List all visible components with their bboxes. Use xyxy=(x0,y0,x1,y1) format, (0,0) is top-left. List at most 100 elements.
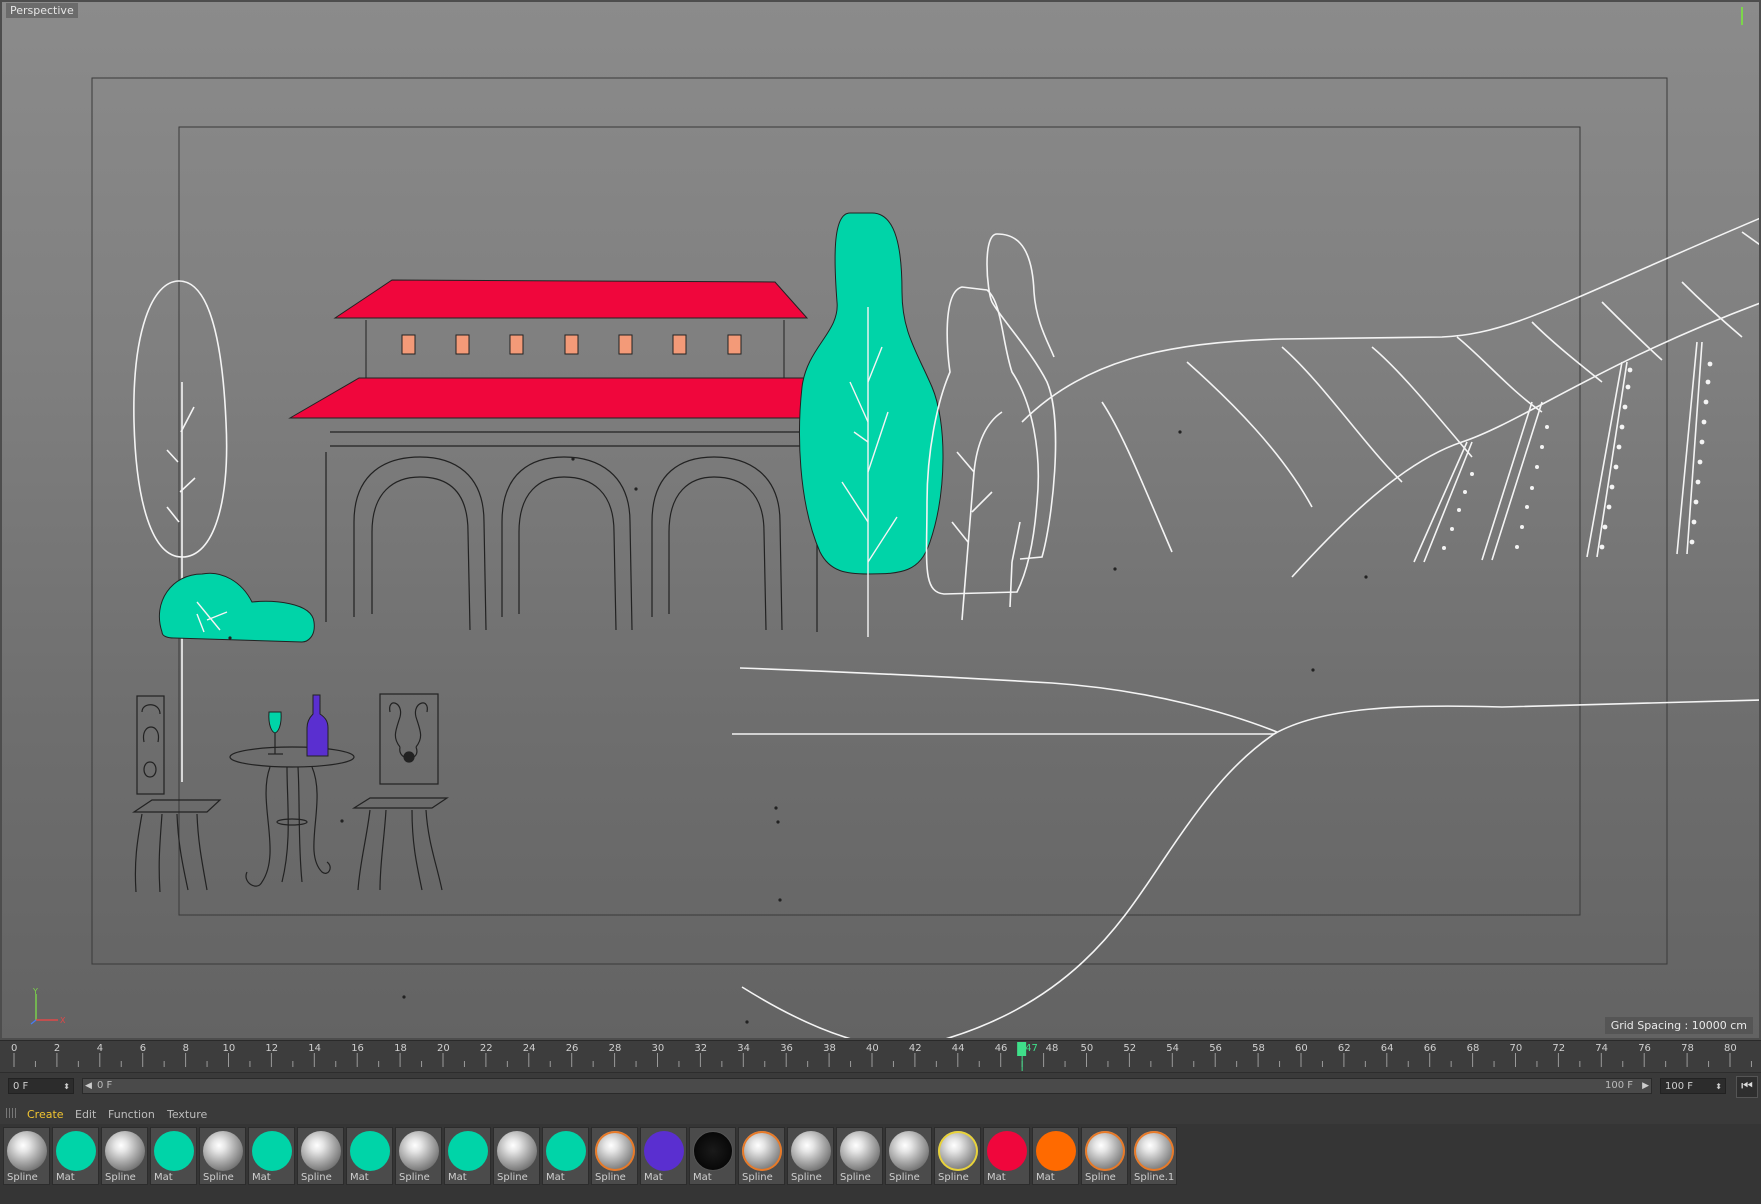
go-to-start-button[interactable]: ⏮ xyxy=(1736,1076,1758,1098)
material-label: Mat xyxy=(56,1172,75,1183)
current-frame-field[interactable]: 0 F ⬍ xyxy=(8,1078,74,1094)
material-label: Mat xyxy=(1036,1172,1055,1183)
material-mat[interactable]: Mat xyxy=(52,1127,99,1185)
material-label: Mat xyxy=(350,1172,369,1183)
timeline-tick-label: 10 xyxy=(223,1043,236,1054)
menu-function[interactable]: Function xyxy=(108,1108,155,1121)
material-label: Mat xyxy=(448,1172,467,1183)
building-windows xyxy=(401,334,742,355)
material-spline[interactable]: Spline xyxy=(3,1127,50,1185)
panel-grip-icon[interactable] xyxy=(6,1108,16,1118)
viewport-label[interactable]: Perspective xyxy=(6,3,78,18)
material-preview-icon xyxy=(595,1131,635,1171)
material-spline[interactable]: Spline xyxy=(591,1127,638,1185)
menu-edit[interactable]: Edit xyxy=(75,1108,96,1121)
material-label: Mat xyxy=(154,1172,173,1183)
menu-create[interactable]: Create xyxy=(27,1108,64,1121)
material-spline[interactable]: Spline xyxy=(395,1127,442,1185)
material-preview-icon xyxy=(889,1131,929,1171)
wine-bottle xyxy=(306,694,329,757)
time-controls: 0 F ⬍ ◀ 0 F 100 F ▶ 100 F ⬍ ⏮ xyxy=(0,1072,1761,1102)
timeline-tick-label: 60 xyxy=(1295,1043,1308,1054)
axis-y-label: Y xyxy=(32,988,38,996)
scene-canvas[interactable] xyxy=(2,2,1761,1040)
timeline-tick-label: 34 xyxy=(737,1043,750,1054)
grid-spacing-readout: Grid Spacing : 10000 cm xyxy=(1604,1017,1753,1034)
material-spline[interactable]: Spline xyxy=(787,1127,834,1185)
material-spline[interactable]: Spline xyxy=(199,1127,246,1185)
end-frame-field[interactable]: 100 F ⬍ xyxy=(1660,1078,1726,1094)
material-mat[interactable]: Mat xyxy=(542,1127,589,1185)
timeline-tick-label: 26 xyxy=(566,1043,579,1054)
material-preview-icon xyxy=(1134,1131,1174,1171)
timeline-tick-label: 2 xyxy=(54,1043,60,1054)
material-label: Mat xyxy=(693,1172,712,1183)
timeline-tick-label: 66 xyxy=(1424,1043,1437,1054)
material-label: Spline xyxy=(742,1172,773,1183)
timeline-ticks: 0 2 4 6 8 10 12 14 16 18 20 22 24 26 28 30 32 34 36 38 40 42 4… xyxy=(11,1042,1752,1071)
range-right-arrow-icon[interactable]: ▶ xyxy=(1642,1079,1649,1093)
building-arches xyxy=(325,422,818,632)
material-label: Spline xyxy=(301,1172,332,1183)
material-spline[interactable]: Spline xyxy=(493,1127,540,1185)
viewport-resize-handle[interactable] xyxy=(1741,7,1743,25)
material-spline[interactable]: Spline xyxy=(1081,1127,1128,1185)
timeline-tick-label: 14 xyxy=(308,1043,321,1054)
road xyxy=(732,667,1759,1038)
cafe-furniture xyxy=(132,693,449,893)
timeline-tick-label: 44 xyxy=(952,1043,965,1054)
timeline-tick-label: 50 xyxy=(1081,1043,1094,1054)
material-label: Spline xyxy=(7,1172,38,1183)
spinner-icon[interactable]: ⬍ xyxy=(1715,1079,1722,1095)
timeline-tick-label: 80 xyxy=(1724,1043,1737,1054)
material-spline[interactable]: Spline xyxy=(934,1127,981,1185)
timeline-tick-label: 46 xyxy=(995,1043,1008,1054)
material-mat[interactable]: Mat xyxy=(248,1127,295,1185)
timeline-tick-label: 58 xyxy=(1252,1043,1265,1054)
material-mat[interactable]: Mat xyxy=(444,1127,491,1185)
timeline-tick-label: 64 xyxy=(1381,1043,1394,1054)
timeline-tick-label: 36 xyxy=(780,1043,793,1054)
timeline-tick-label: 74 xyxy=(1595,1043,1608,1054)
material-preview-icon xyxy=(252,1131,292,1171)
perspective-viewport[interactable]: Perspective Y X Grid Spacing : 10000 cm xyxy=(0,0,1761,1040)
material-label: Mat xyxy=(987,1172,1006,1183)
material-mat[interactable]: Mat xyxy=(689,1127,736,1185)
material-spline[interactable]: Spline xyxy=(885,1127,932,1185)
material-mat[interactable]: Mat xyxy=(983,1127,1030,1185)
material-mat[interactable]: Mat xyxy=(150,1127,197,1185)
material-preview-icon xyxy=(546,1131,586,1171)
material-mat[interactable]: Mat xyxy=(640,1127,687,1185)
material-spline[interactable]: Spline xyxy=(297,1127,344,1185)
field-dots xyxy=(1442,361,1713,550)
material-spline-1[interactable]: Spline.1 xyxy=(1130,1127,1177,1185)
material-spline[interactable]: Spline xyxy=(836,1127,883,1185)
timeline-tick-label: 38 xyxy=(823,1043,836,1054)
material-preview-icon xyxy=(350,1131,390,1171)
material-label: Mat xyxy=(252,1172,271,1183)
material-spline[interactable]: Spline xyxy=(101,1127,148,1185)
stray-dots xyxy=(228,430,1368,1024)
material-label: Spline xyxy=(105,1172,136,1183)
material-mat[interactable]: Mat xyxy=(1032,1127,1079,1185)
material-spline[interactable]: Spline xyxy=(738,1127,785,1185)
range-left-arrow-icon[interactable]: ◀ xyxy=(85,1079,92,1093)
menu-texture[interactable]: Texture xyxy=(167,1108,207,1121)
timeline-tick-label: 52 xyxy=(1123,1043,1136,1054)
material-label: Spline xyxy=(497,1172,528,1183)
material-mat[interactable]: Mat xyxy=(346,1127,393,1185)
timeline-tick-label: 20 xyxy=(437,1043,450,1054)
timeline-tick-label: 78 xyxy=(1681,1043,1694,1054)
timeline-tick-label: 72 xyxy=(1552,1043,1565,1054)
frame-range-slider[interactable]: ◀ 0 F 100 F ▶ xyxy=(82,1078,1652,1094)
range-start-label: 0 F xyxy=(97,1080,113,1091)
material-preview-icon xyxy=(203,1131,243,1171)
spinner-icon[interactable]: ⬍ xyxy=(63,1079,70,1095)
timeline-ruler[interactable]: 0 2 4 6 8 10 12 14 16 18 20 22 24 26 28 30 32 34 36 38 40 42 4… xyxy=(0,1040,1761,1073)
material-preview-icon xyxy=(497,1131,537,1171)
timeline-tick-label: 76 xyxy=(1638,1043,1651,1054)
left-tree-outline xyxy=(133,280,228,782)
material-preview-icon xyxy=(7,1131,47,1171)
timeline-tick-label: 16 xyxy=(351,1043,364,1054)
timeline-tick-label: 48 xyxy=(1046,1043,1059,1054)
